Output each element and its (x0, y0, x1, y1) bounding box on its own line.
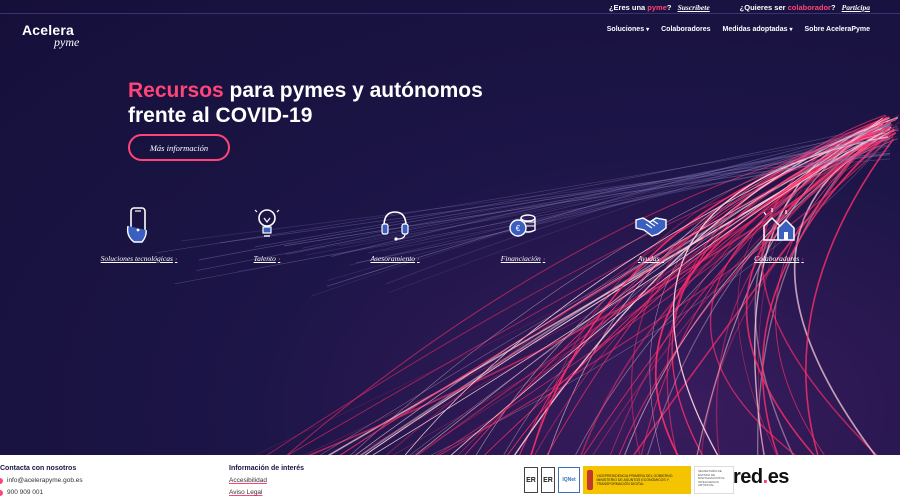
nav-item-colaboradores[interactable]: Colaboradores (661, 26, 710, 33)
nav-item-soluciones[interactable]: Soluciones ▾ (607, 26, 649, 33)
chevron-down-icon: ▾ (789, 27, 793, 33)
topbar-q2-accent: colaborador (787, 2, 831, 12)
lightbulb-icon (247, 205, 287, 245)
category-asesoramiento[interactable]: Asesoramiento › (331, 205, 459, 263)
aenor-er-badge: ER (541, 467, 555, 493)
coat-of-arms-icon (587, 470, 593, 490)
footer-info-title: Información de interés (229, 465, 305, 472)
category-soluciones-tecnologicas[interactable]: Soluciones tecnológicas › (75, 205, 203, 263)
topbar-pyme-question: ¿Eres una pyme? Suscríbete (609, 3, 710, 12)
iqnet-badge: IQNet (558, 467, 580, 493)
category-list: Soluciones tecnológicas › Talento › Asesor… (75, 205, 845, 263)
topbar-q1-suffix: ? (666, 2, 672, 12)
aenor-er-badge: ER (524, 467, 538, 493)
footer-phone: 900 909 001 (7, 489, 44, 496)
digitalization-logo: SECRETARÍA DE ESTADO DE DIGITALIZACIÓN E… (694, 466, 734, 494)
accessibility-link[interactable]: Accesibilidad (229, 477, 304, 484)
arrow-right-icon: › (661, 254, 665, 263)
footer-phone-row[interactable]: 900 909 001 (0, 489, 83, 496)
email-icon (0, 477, 3, 484)
light-streak (654, 136, 883, 455)
hero-headline: Recursos para pymes y autónomos frente a… (128, 78, 483, 128)
category-label: Financiación (500, 254, 541, 263)
topbar-q1-accent: pyme (647, 2, 667, 12)
acelera-pyme-logo[interactable]: Acelera pyme (22, 22, 79, 50)
gov-logo-text: VICEPRESIDENCIA PRIMERA DEL GOBIERNO MIN… (596, 474, 673, 486)
handshake-icon (631, 205, 671, 245)
certification-badges: ER ER IQNet VICEPRESIDENCIA PRIMERA DEL … (524, 466, 734, 494)
main-nav: Soluciones ▾ Colaboradores Medidas adopta… (607, 26, 870, 33)
redes-logo-part: red (733, 466, 763, 488)
category-label: Soluciones tecnológicas (100, 254, 173, 263)
footer-contact: Contacta con nosotros info@acelerapyme.g… (0, 465, 83, 500)
footer-info: Información de interés Accesibilidad Avi… (229, 465, 304, 500)
headline-line1: para pymes y autónomos (223, 79, 483, 102)
arrow-right-icon: › (174, 254, 178, 263)
participate-link[interactable]: Participa (842, 3, 870, 12)
red-es-logo: red.es (733, 466, 789, 489)
spanish-government-logo: VICEPRESIDENCIA PRIMERA DEL GOBIERNO MIN… (583, 466, 691, 494)
headline-line2: frente al COVID-19 (128, 104, 313, 127)
headline-accent: Recursos (128, 79, 224, 102)
houses-icon (759, 205, 799, 245)
arrow-right-icon: › (542, 254, 546, 263)
redes-logo-part: es (767, 466, 790, 488)
arrow-right-icon: › (417, 254, 420, 263)
phone-icon (0, 489, 3, 496)
topbar-q1-prefix: ¿Eres una (608, 2, 648, 12)
footer-email-row[interactable]: info@acelerapyme.gob.es (0, 477, 83, 484)
more-info-button[interactable]: Más información (128, 134, 230, 161)
legal-notice-link[interactable]: Aviso Legal (229, 489, 304, 496)
nav-item-label: Colaboradores (661, 26, 711, 33)
nav-item-sobre[interactable]: Sobre AceleraPyme (805, 26, 871, 33)
topbar: ¿Eres una pyme? Suscríbete ¿Quieres ser … (609, 0, 900, 14)
arrow-right-icon: › (801, 254, 804, 263)
headset-icon (375, 205, 415, 245)
category-label: Ayudas (637, 254, 660, 263)
category-label: Colaboradores (754, 254, 800, 263)
nav-item-label: Soluciones (606, 26, 645, 33)
arrow-right-icon: › (277, 254, 281, 263)
category-ayudas[interactable]: Ayudas › (587, 205, 715, 263)
topbar-collaborator-question: ¿Quieres ser colaborador? Participa (740, 3, 870, 12)
category-label: Talento (253, 254, 276, 263)
category-talento[interactable]: Talento › (203, 205, 331, 263)
coins-icon: € (503, 205, 543, 245)
category-financiacion[interactable]: € Financiación › (459, 205, 587, 263)
subscribe-link[interactable]: Suscríbete (678, 3, 710, 12)
chevron-down-icon: ▾ (646, 27, 650, 33)
topbar-q2-prefix: ¿Quieres ser (739, 2, 788, 12)
footer-contact-title: Contacta con nosotros (0, 465, 77, 472)
nav-item-medidas[interactable]: Medidas adoptadas ▾ (723, 26, 793, 33)
category-label: Asesoramiento (370, 254, 416, 263)
hero-section: ¿Eres una pyme? Suscríbete ¿Quieres ser … (0, 0, 900, 455)
footer-email: info@acelerapyme.gob.es (7, 477, 83, 484)
category-colaboradores[interactable]: Colaboradores › (715, 205, 843, 263)
smartphone-icon (119, 205, 159, 245)
nav-item-label: Medidas adoptadas (722, 26, 788, 33)
logo-sub-text: pyme (54, 35, 80, 49)
svg-text:€: € (516, 224, 521, 233)
topbar-q2-suffix: ? (830, 2, 836, 12)
nav-item-label: Sobre AceleraPyme (804, 26, 871, 33)
